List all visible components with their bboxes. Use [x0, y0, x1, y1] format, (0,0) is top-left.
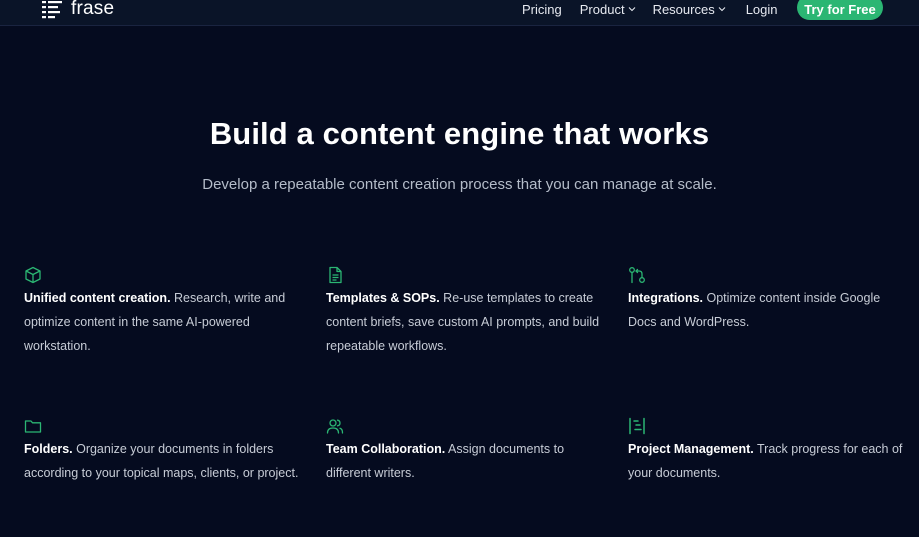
feature-project-management: Project Management. Track progress for e…: [628, 417, 903, 485]
document-icon: [329, 266, 342, 284]
chevron-down-icon: [628, 7, 635, 12]
feature-integrations: Integrations. Optimize content inside Go…: [628, 266, 903, 334]
frase-logo[interactable]: frase: [42, 0, 114, 21]
logo-text: frase: [71, 0, 115, 19]
integration-icon: [629, 267, 645, 284]
nav-product-menu[interactable]: Product: [580, 2, 636, 17]
feature-unified-content: Unified content creation. Research, writ…: [24, 266, 299, 358]
folder-icon: [24, 420, 42, 433]
nav-resources-menu[interactable]: Resources: [653, 2, 726, 17]
nav-login-label: Login: [745, 1, 778, 17]
cube-icon: [25, 266, 41, 284]
users-icon: [326, 419, 344, 434]
hero-title: Build a content engine that works: [209, 116, 710, 151]
nav-login-link[interactable]: Login: [746, 2, 778, 17]
nav-pricing-label: Pricing: [522, 1, 562, 17]
nav-product-label: Product: [579, 1, 625, 17]
feature-title: Folders.: [24, 442, 73, 456]
hero-subtitle: Develop a repeatable content creation pr…: [202, 176, 717, 193]
feature-team-collaboration: Team Collaboration. Assign documents to …: [326, 417, 601, 485]
feature-title: Team Collaboration.: [326, 442, 446, 456]
feature-folders: Folders. Organize your documents in fold…: [24, 417, 299, 485]
kanban-icon: [629, 417, 645, 435]
feature-title: Templates & SOPs.: [326, 291, 440, 305]
feature-templates: Templates & SOPs. Re-use templates to cr…: [326, 266, 601, 358]
top-nav: frase Pricing Product Resources Login Tr…: [0, 0, 919, 26]
frase-logo-icon: [42, 1, 62, 19]
nav-pricing-link[interactable]: Pricing: [522, 2, 562, 17]
feature-title: Project Management.: [628, 442, 754, 456]
nav-links: Pricing Product Resources Login: [522, 0, 778, 18]
feature-title: Integrations.: [628, 291, 704, 305]
feature-title: Unified content creation.: [24, 291, 171, 305]
nav-resources-label: Resources: [652, 1, 715, 17]
try-for-free-button[interactable]: Try for Free: [797, 0, 883, 20]
chevron-down-icon: [718, 7, 726, 12]
